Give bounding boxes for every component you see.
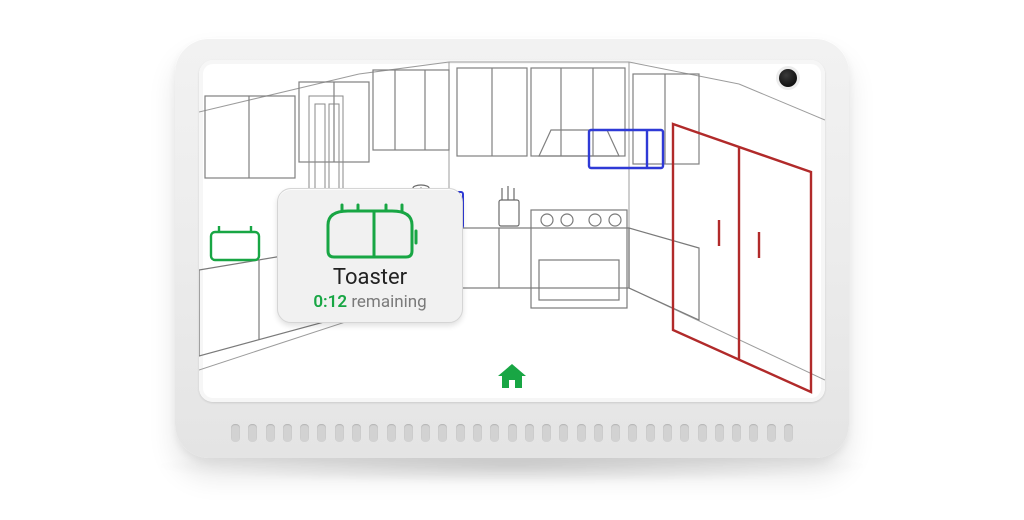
appliance-popup[interactable]: Toaster 0:12 remaining — [277, 188, 463, 323]
toaster-icon — [318, 201, 422, 263]
speaker-grille — [231, 420, 793, 446]
hotspot-microwave — [589, 130, 663, 168]
camera-icon — [779, 69, 797, 87]
popup-timer: 0:12 remaining — [290, 292, 450, 312]
popup-timer-value: 0:12 — [313, 292, 347, 312]
popup-title: Toaster — [290, 265, 450, 290]
popup-timer-suffix: remaining — [351, 292, 426, 312]
screen[interactable]: Toaster 0:12 remaining — [199, 60, 825, 402]
hotspot-toaster — [211, 226, 259, 260]
home-icon — [496, 362, 528, 390]
smart-display-device: Toaster 0:12 remaining — [175, 38, 849, 458]
home-button[interactable] — [492, 358, 532, 394]
